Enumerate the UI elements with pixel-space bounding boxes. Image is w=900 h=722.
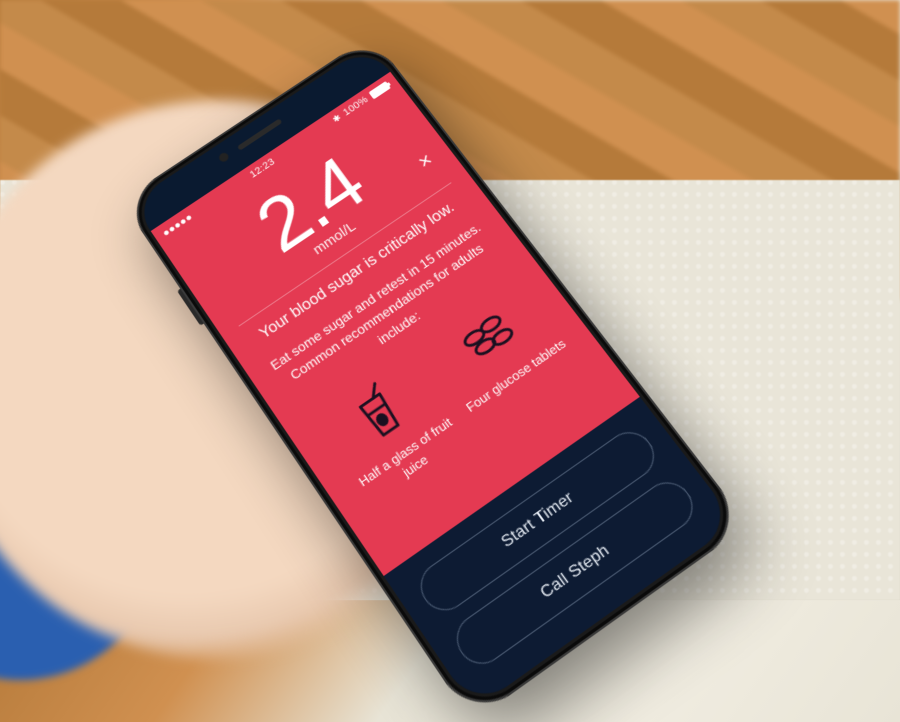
alert-panel: × 2.4 mmol/L Your blood sugar is critica… <box>162 87 640 576</box>
call-contact-button[interactable]: Call Steph <box>447 473 702 673</box>
recommendation-label: Half a glass of fruit juice <box>349 410 472 509</box>
bluetooth-icon: ✱ <box>331 113 344 125</box>
start-timer-button[interactable]: Start Timer <box>411 423 663 620</box>
action-panel: Start Timer Call Steph <box>384 397 737 710</box>
recommendation-label: Four glucose tablets <box>463 336 570 416</box>
tablets-icon <box>446 297 530 379</box>
juice-icon <box>337 372 421 456</box>
